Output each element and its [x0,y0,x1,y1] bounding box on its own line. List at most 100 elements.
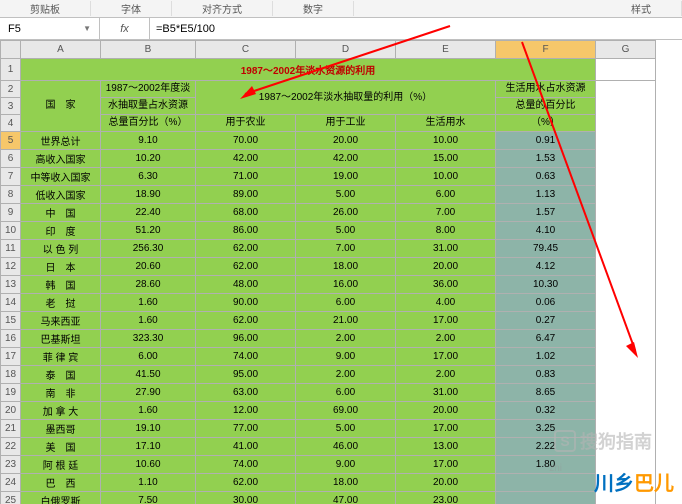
cell[interactable]: 18.00 [296,258,396,276]
cell[interactable]: 70.00 [196,132,296,150]
cell[interactable]: 世界总计 [21,132,101,150]
cell[interactable]: 1.80 [496,456,596,474]
cell[interactable]: 低收入国家 [21,186,101,204]
cell[interactable]: 42.00 [296,150,396,168]
cell[interactable]: 46.00 [296,438,396,456]
cell[interactable]: 31.00 [396,384,496,402]
cell[interactable]: 高收入国家 [21,150,101,168]
row-2[interactable]: 2 [1,81,21,98]
cell[interactable]: 17.00 [396,312,496,330]
col-D[interactable]: D [296,41,396,59]
cell[interactable]: 日 本 [21,258,101,276]
cell[interactable]: 6.47 [496,330,596,348]
row-25[interactable]: 25 [1,492,21,504]
cell[interactable]: 77.00 [196,420,296,438]
cell[interactable]: 69.00 [296,402,396,420]
cell[interactable]: 中 国 [21,204,101,222]
cell[interactable]: 墨西哥 [21,420,101,438]
cell[interactable]: 16.00 [296,276,396,294]
cell[interactable]: 韩 国 [21,276,101,294]
cell[interactable]: 17.00 [396,456,496,474]
cell[interactable]: 20.60 [101,258,196,276]
cell[interactable]: 22.40 [101,204,196,222]
cell[interactable]: 0.91 [496,132,596,150]
cell[interactable]: 42.00 [196,150,296,168]
cell[interactable]: 17.00 [396,348,496,366]
cell[interactable] [496,474,596,492]
cell[interactable]: 20.00 [296,132,396,150]
cell[interactable]: 51.20 [101,222,196,240]
cell[interactable]: 7.50 [101,492,196,504]
ribbon-font[interactable]: 字体 [91,1,172,16]
row-5[interactable]: 5 [1,132,21,150]
cell[interactable]: 20.00 [396,474,496,492]
row-24[interactable]: 24 [1,474,21,492]
cell[interactable]: 62.00 [196,474,296,492]
cell[interactable]: 13.00 [396,438,496,456]
cell[interactable]: 256.30 [101,240,196,258]
row-3[interactable]: 3 [1,98,21,115]
cell[interactable]: 41.00 [196,438,296,456]
cell[interactable]: 4.10 [496,222,596,240]
cell[interactable]: 阿 根 廷 [21,456,101,474]
cell[interactable]: 6.00 [296,384,396,402]
row-10[interactable]: 10 [1,222,21,240]
cell[interactable]: 15.00 [396,150,496,168]
cell[interactable]: 47.00 [296,492,396,504]
cell[interactable]: 21.00 [296,312,396,330]
cell[interactable]: 1.60 [101,294,196,312]
cell[interactable]: 8.65 [496,384,596,402]
cell[interactable]: 加 拿 大 [21,402,101,420]
row-23[interactable]: 23 [1,456,21,474]
col-B[interactable]: B [101,41,196,59]
formula-input[interactable] [150,23,682,35]
cell[interactable]: 6.00 [101,348,196,366]
cell[interactable]: 31.00 [396,240,496,258]
cell[interactable]: 68.00 [196,204,296,222]
cell[interactable]: 1.57 [496,204,596,222]
cell[interactable]: 23.00 [396,492,496,504]
cell[interactable]: 20.00 [396,402,496,420]
row-1[interactable]: 1 [1,59,21,81]
cell[interactable]: 5.00 [296,222,396,240]
cell[interactable]: 0.83 [496,366,596,384]
cell[interactable]: 9.00 [296,456,396,474]
cell[interactable]: 19.00 [296,168,396,186]
cell[interactable]: 南 非 [21,384,101,402]
cell[interactable]: 17.00 [396,420,496,438]
fx-icon[interactable]: fx [100,18,150,39]
row-18[interactable]: 18 [1,366,21,384]
row-7[interactable]: 7 [1,168,21,186]
cell[interactable]: 5.00 [296,186,396,204]
row-6[interactable]: 6 [1,150,21,168]
cell[interactable]: 7.00 [296,240,396,258]
cell[interactable]: 9.10 [101,132,196,150]
cell[interactable]: 5.00 [296,420,396,438]
row-20[interactable]: 20 [1,402,21,420]
cell[interactable]: 62.00 [196,240,296,258]
cell[interactable]: 28.60 [101,276,196,294]
ribbon-align[interactable]: 对齐方式 [172,1,273,16]
cell[interactable]: 96.00 [196,330,296,348]
cell[interactable]: 2.00 [396,366,496,384]
cell[interactable]: 0.32 [496,402,596,420]
cell[interactable]: 1.53 [496,150,596,168]
cell[interactable]: 以 色 列 [21,240,101,258]
cell[interactable]: 18.90 [101,186,196,204]
cell[interactable]: 62.00 [196,312,296,330]
cell[interactable]: 71.00 [196,168,296,186]
ribbon-styles[interactable]: 样式 [601,1,682,16]
cell[interactable]: 印 度 [21,222,101,240]
cell[interactable]: 马来西亚 [21,312,101,330]
col-F[interactable]: F [496,41,596,59]
cell[interactable]: 10.00 [396,132,496,150]
cell[interactable]: 2.00 [296,366,396,384]
col-A[interactable]: A [21,41,101,59]
row-17[interactable]: 17 [1,348,21,366]
cell[interactable]: 老 挝 [21,294,101,312]
cell[interactable]: 86.00 [196,222,296,240]
cell[interactable]: 巴 西 [21,474,101,492]
cell[interactable]: 18.00 [296,474,396,492]
cell[interactable]: 白俄罗斯 [21,492,101,504]
cell[interactable]: 27.90 [101,384,196,402]
